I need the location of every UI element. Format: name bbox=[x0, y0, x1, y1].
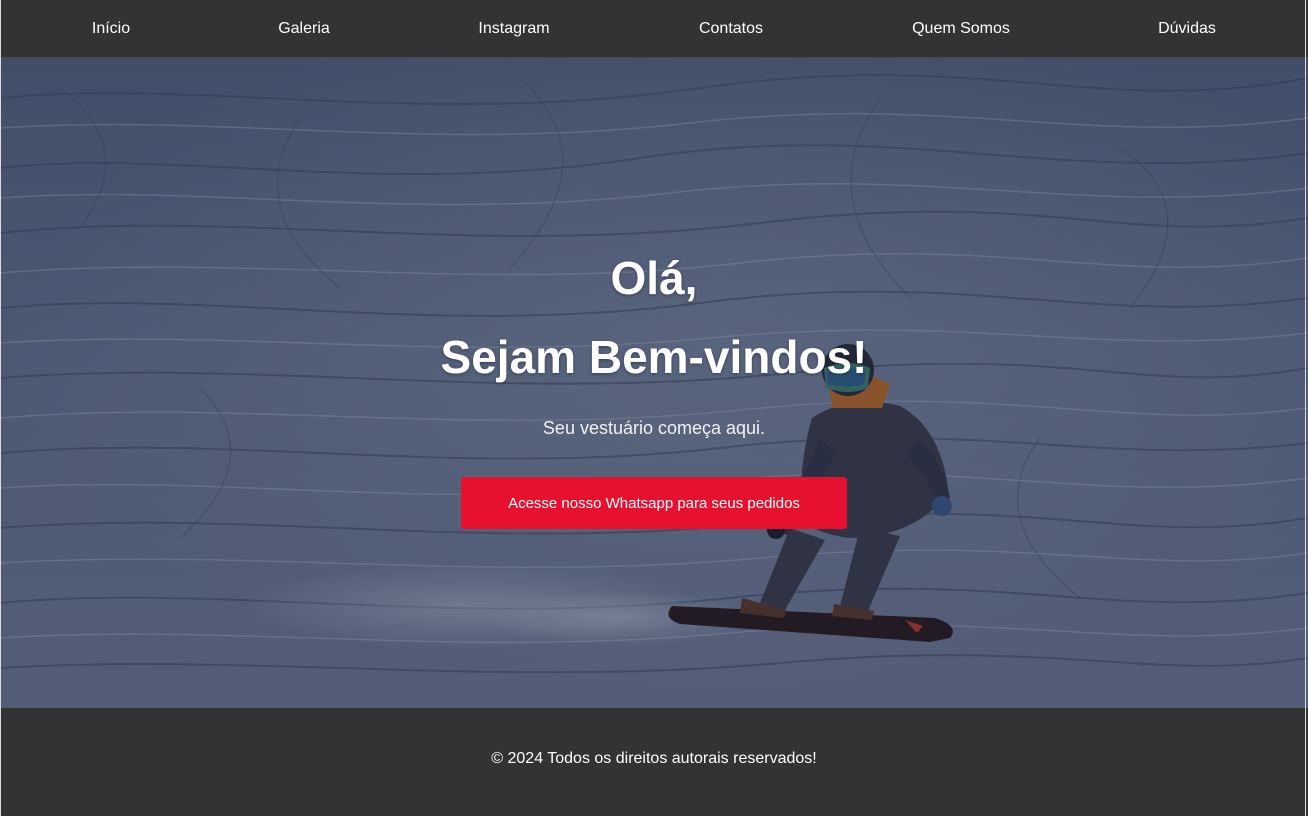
nav-item-duvidas[interactable]: Dúvidas bbox=[1158, 0, 1216, 58]
nav-item-instagram[interactable]: Instagram bbox=[478, 0, 549, 58]
whatsapp-cta-button[interactable]: Acesse nosso Whatsapp para seus pedidos bbox=[461, 477, 847, 529]
nav-item-galeria[interactable]: Galeria bbox=[278, 0, 330, 58]
hero-welcome-title: Sejam Bem-vindos! bbox=[440, 331, 868, 383]
nav-item-quem-somos[interactable]: Quem Somos bbox=[912, 0, 1010, 58]
hero-content: Olá, Sejam Bem-vindos! Seu vestuário com… bbox=[0, 58, 1308, 708]
hero-tagline: Seu vestuário começa aqui. bbox=[542, 418, 766, 438]
footer-copyright: © 2024 Todos os direitos autorais reserv… bbox=[491, 750, 817, 767]
top-navbar: Início Galeria Instagram Contatos Quem S… bbox=[0, 0, 1308, 58]
hero-greeting: Olá, bbox=[610, 252, 698, 304]
nav-item-inicio[interactable]: Início bbox=[92, 0, 130, 58]
nav-item-contatos[interactable]: Contatos bbox=[699, 0, 763, 58]
hero-section: Olá, Sejam Bem-vindos! Seu vestuário com… bbox=[0, 58, 1308, 708]
page-footer: © 2024 Todos os direitos autorais reserv… bbox=[0, 708, 1308, 816]
